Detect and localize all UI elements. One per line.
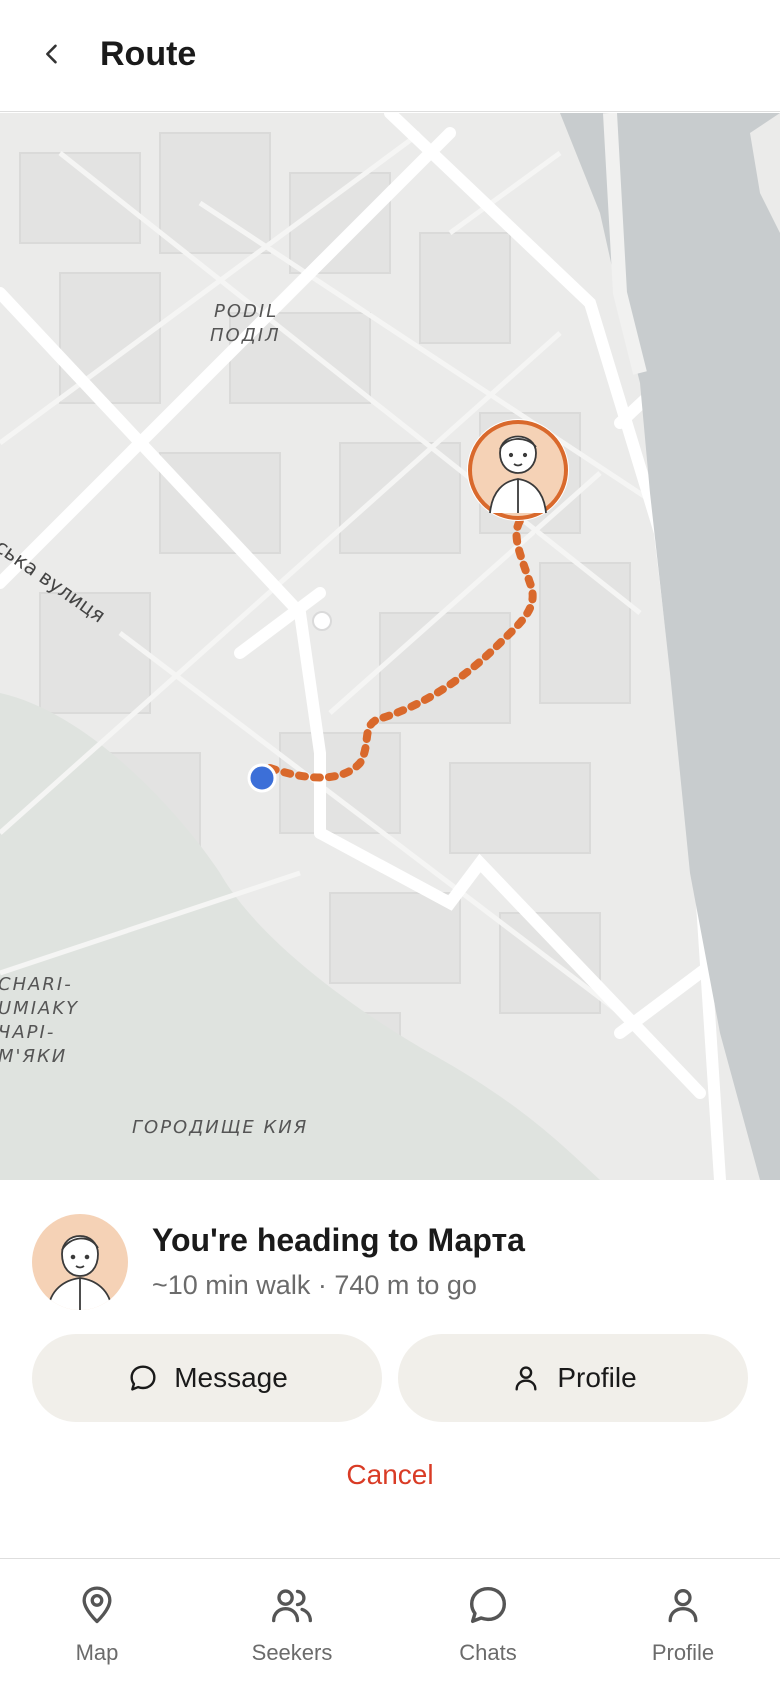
- back-button[interactable]: [30, 32, 74, 76]
- profile-button-label: Profile: [557, 1362, 637, 1393]
- top-app-bar: Route: [0, 0, 780, 112]
- chat-bubble-icon: [462, 1579, 514, 1631]
- map-label-area-2: UMIAKY: [0, 998, 80, 1019]
- tab-seekers[interactable]: Seekers: [222, 1579, 362, 1679]
- tab-map-label: Map: [75, 1640, 119, 1665]
- people-icon: [266, 1579, 318, 1631]
- route-info-sheet: You're heading to Марта ~10 min walk · 7…: [0, 1180, 780, 1558]
- user-location-dot: [247, 763, 277, 793]
- cancel-route-button[interactable]: Cancel: [290, 1450, 490, 1500]
- tab-chats[interactable]: Chats: [418, 1579, 558, 1679]
- map-label-district-latin: PODIL: [214, 301, 279, 322]
- message-button[interactable]: Message: [32, 1334, 382, 1422]
- route-map[interactable]: PODIL ПОДІЛ ківська вулиця CHARI- UMIAKY…: [0, 113, 780, 1180]
- tab-chats-label: Chats: [459, 1640, 517, 1665]
- destination-marker[interactable]: [467, 419, 569, 521]
- person-illustration-icon: [47, 1235, 113, 1310]
- map-label-area-4: М'ЯКИ: [0, 1046, 68, 1067]
- tab-profile[interactable]: Profile: [613, 1579, 753, 1679]
- page-title: Route: [100, 35, 197, 73]
- tab-profile-label: Profile: [651, 1640, 715, 1665]
- chat-bubble-icon: [126, 1361, 160, 1395]
- message-button-label: Message: [174, 1362, 288, 1393]
- map-canvas: [0, 113, 780, 1180]
- destination-title: You're heading to Марта: [152, 1222, 525, 1258]
- walk-eta-distance: ~10 min walk · 740 m to go: [152, 1270, 477, 1300]
- tab-seekers-label: Seekers: [251, 1640, 333, 1665]
- map-label-district-cyrillic: ПОДІЛ: [210, 325, 281, 346]
- map-label-area-3: ЧАРІ-: [0, 1022, 56, 1043]
- person-icon: [509, 1361, 543, 1395]
- map-label-area-1: CHARI-: [0, 974, 73, 995]
- view-profile-button[interactable]: Profile: [398, 1334, 748, 1422]
- bottom-tab-bar: Map Seekers Chats Profile: [0, 1558, 780, 1688]
- map-label-landmark: ГОРОДИЩЕ КИЯ: [132, 1117, 309, 1138]
- map-pin-icon: [71, 1579, 123, 1631]
- destination-avatar: [32, 1214, 128, 1310]
- tab-map[interactable]: Map: [27, 1579, 167, 1679]
- chevron-left-icon: [46, 44, 57, 64]
- person-icon: [657, 1579, 709, 1631]
